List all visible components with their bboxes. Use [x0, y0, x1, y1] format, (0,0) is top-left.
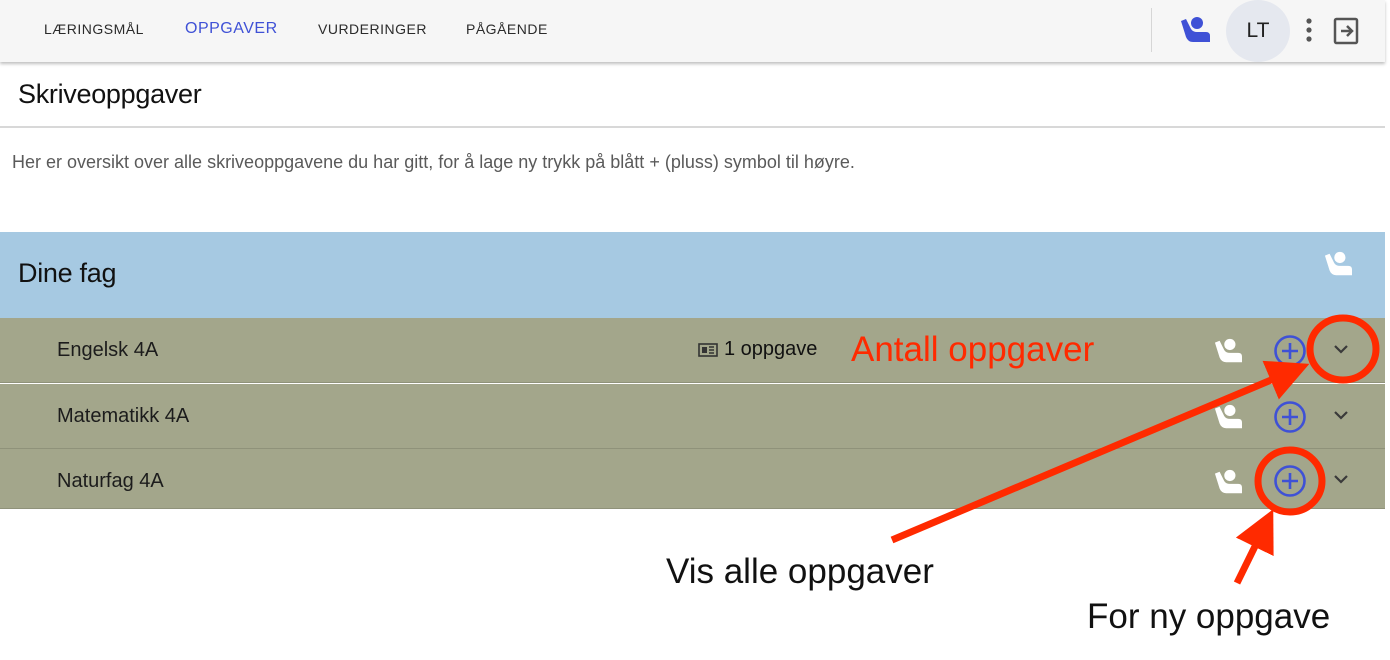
chevron-down-icon[interactable] [1332, 342, 1350, 361]
subject-name: Engelsk 4A [57, 339, 159, 361]
annotation-show-all-label: Vis alle oppgaver [666, 552, 934, 591]
more-vert-icon[interactable] [1302, 17, 1316, 48]
logout-icon[interactable] [1332, 16, 1362, 51]
task-count: 1 oppgave [698, 338, 817, 361]
user-recline-icon[interactable] [1212, 337, 1244, 370]
chevron-down-icon[interactable] [1332, 408, 1350, 427]
tab-pagaende[interactable]: PÅGÅENDE [466, 21, 548, 37]
tab-vurderinger[interactable]: VURDERINGER [318, 21, 427, 37]
avatar-initials: LT [1246, 19, 1270, 42]
user-recline-icon[interactable] [1212, 403, 1244, 436]
user-recline-icon[interactable] [1212, 468, 1244, 501]
task-count-label: 1 oppgave [724, 338, 818, 360]
add-circle-icon[interactable] [1273, 464, 1307, 503]
section-title: Dine fag [18, 258, 117, 288]
top-navigation-bar: LÆRINGSMÅL OPPGAVER VURDERINGER PÅGÅENDE… [0, 0, 1385, 62]
tab-laeringsmal[interactable]: LÆRINGSMÅL [44, 21, 144, 37]
avatar[interactable]: LT [1226, 0, 1290, 62]
annotation-arrow-add [1233, 509, 1274, 585]
subject-row-matematikk[interactable]: Matematikk 4A [0, 384, 1385, 449]
annotation-new-task-label: For ny oppgave [1087, 597, 1331, 636]
page-title-bar: Skriveoppgaver [0, 62, 1385, 128]
page-title: Skriveoppgaver [18, 79, 202, 109]
subject-row-engelsk[interactable]: Engelsk 4A 1 oppgave [0, 318, 1385, 383]
add-circle-icon[interactable] [1273, 334, 1307, 373]
annotation-count-label: Antall oppgaver [851, 330, 1095, 369]
nav-divider [1151, 8, 1152, 52]
task-icon [698, 342, 718, 357]
subject-row-naturfag[interactable]: Naturfag 4A [0, 449, 1385, 509]
user-recline-icon[interactable] [1322, 250, 1354, 283]
chevron-down-icon[interactable] [1332, 472, 1350, 491]
subject-name: Naturfag 4A [57, 470, 164, 492]
subject-name: Matematikk 4A [57, 405, 190, 427]
tab-oppgaver[interactable]: OPPGAVER [185, 20, 278, 38]
section-header: Dine fag [0, 232, 1385, 318]
intro-text: Her er oversikt over alle skriveoppgaven… [12, 152, 855, 172]
add-circle-icon[interactable] [1273, 400, 1307, 439]
user-recline-icon[interactable] [1178, 15, 1212, 50]
